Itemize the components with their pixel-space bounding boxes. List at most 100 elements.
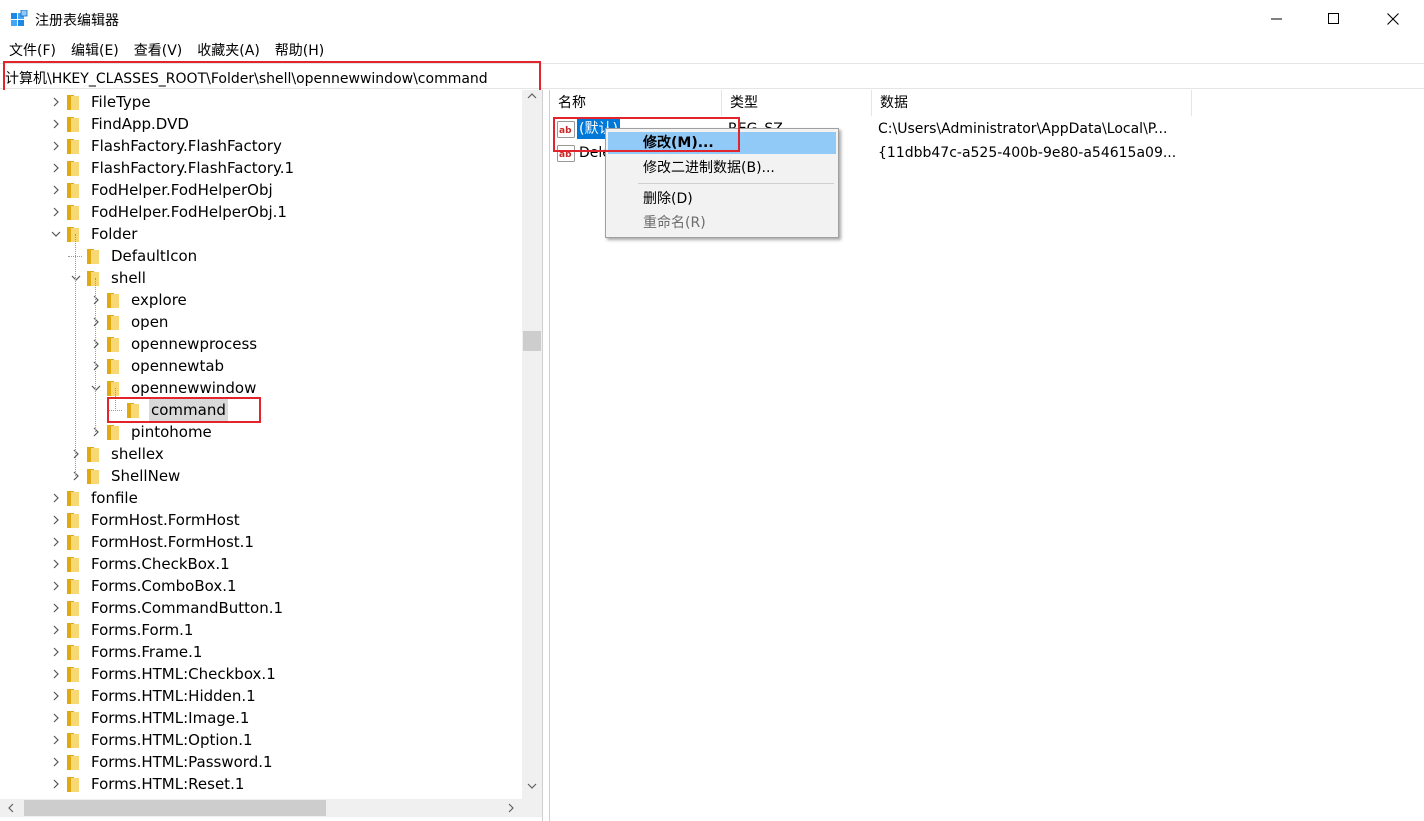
tree-item[interactable]: ShellNew (0, 465, 520, 487)
tree-item-label[interactable]: pintohome (129, 421, 214, 443)
tree-item[interactable]: FormHost.FormHost.1 (0, 531, 520, 553)
chevron-down-icon[interactable] (70, 272, 82, 284)
tree-item-label[interactable]: FodHelper.FodHelperObj.1 (89, 201, 289, 223)
chevron-right-icon[interactable] (70, 448, 82, 460)
chevron-right-icon[interactable] (50, 206, 62, 218)
chevron-right-icon[interactable] (50, 580, 62, 592)
tree-item-label[interactable]: Folder (89, 223, 139, 245)
tree-item-label[interactable]: opennewwindow (129, 377, 258, 399)
tree-item[interactable]: explore (0, 289, 520, 311)
tree-item-label[interactable]: Forms.HTML:Password.1 (89, 751, 275, 773)
chevron-right-icon[interactable] (50, 184, 62, 196)
tree-item-label[interactable]: Forms.Form.1 (89, 619, 195, 641)
chevron-right-icon[interactable] (50, 646, 62, 658)
menu-file[interactable]: 文件(F) (0, 40, 56, 62)
tree-item-label[interactable]: fonfile (89, 487, 140, 509)
context-menu-modify-binary[interactable]: 修改二进制数据(B)... (608, 157, 836, 179)
tree-item-label[interactable]: command (149, 399, 228, 421)
tree-item-label[interactable]: shell (109, 267, 148, 289)
tree-item[interactable]: FlashFactory.FlashFactory.1 (0, 157, 520, 179)
tree-vertical-scroll-thumb[interactable] (523, 331, 541, 351)
column-header-name[interactable]: 名称 (550, 90, 722, 116)
scroll-left-icon[interactable] (7, 803, 15, 813)
context-menu-delete[interactable]: 删除(D) (608, 188, 836, 210)
tree-item[interactable]: pintohome (0, 421, 520, 443)
chevron-right-icon[interactable] (50, 712, 62, 724)
tree-item[interactable]: opennewprocess (0, 333, 520, 355)
tree-item[interactable]: Forms.Frame.1 (0, 641, 520, 663)
tree-item-label[interactable]: Forms.HTML:Hidden.1 (89, 685, 258, 707)
tree-item[interactable]: open (0, 311, 520, 333)
tree-item[interactable]: shell (0, 267, 520, 289)
tree-item[interactable]: FlashFactory.FlashFactory (0, 135, 520, 157)
tree-item[interactable]: Forms.ComboBox.1 (0, 575, 520, 597)
address-bar[interactable]: 计算机\HKEY_CLASSES_ROOT\Folder\shell\openn… (0, 63, 1424, 89)
tree-item-label[interactable]: FlashFactory.FlashFactory.1 (89, 157, 296, 179)
tree-item-label[interactable]: Forms.Frame.1 (89, 641, 204, 663)
tree-item-label[interactable]: Forms.HTML:Option.1 (89, 729, 255, 751)
chevron-right-icon[interactable] (90, 338, 102, 350)
chevron-right-icon[interactable] (90, 360, 102, 372)
chevron-down-icon[interactable] (50, 228, 62, 240)
tree-item[interactable]: opennewwindow (0, 377, 520, 399)
tree-item-label[interactable]: opennewtab (129, 355, 226, 377)
tree-item[interactable]: Forms.HTML:Image.1 (0, 707, 520, 729)
address-path[interactable]: 计算机\HKEY_CLASSES_ROOT\Folder\shell\openn… (5, 68, 488, 88)
menu-favorites[interactable]: 收藏夹(A) (188, 40, 260, 62)
tree-item[interactable]: Forms.CommandButton.1 (0, 597, 520, 619)
tree-item[interactable]: FindApp.DVD (0, 113, 520, 135)
tree-item-label[interactable]: open (129, 311, 170, 333)
tree-item[interactable]: Forms.HTML:Reset.1 (0, 773, 520, 795)
minimize-button[interactable] (1248, 0, 1306, 38)
column-header-type[interactable]: 类型 (722, 90, 872, 116)
maximize-button[interactable] (1305, 0, 1363, 38)
tree-item[interactable]: Forms.CheckBox.1 (0, 553, 520, 575)
tree-item-label[interactable]: shellex (109, 443, 166, 465)
tree-item-label[interactable]: FormHost.FormHost (89, 509, 242, 531)
tree-item[interactable]: FodHelper.FodHelperObj.1 (0, 201, 520, 223)
tree-item-label[interactable]: Forms.HTML:Checkbox.1 (89, 663, 278, 685)
column-header-data[interactable]: 数据 (872, 90, 1192, 116)
tree-item[interactable]: FileType (0, 91, 520, 113)
menu-view[interactable]: 查看(V) (125, 40, 183, 62)
chevron-right-icon[interactable] (50, 118, 62, 130)
tree-item[interactable]: FodHelper.FodHelperObj (0, 179, 520, 201)
scroll-up-icon[interactable] (527, 92, 537, 100)
chevron-right-icon[interactable] (50, 492, 62, 504)
context-menu-modify[interactable]: 修改(M)... (608, 132, 836, 154)
tree-item-label[interactable]: Forms.HTML:Image.1 (89, 707, 251, 729)
chevron-right-icon[interactable] (50, 602, 62, 614)
chevron-right-icon[interactable] (50, 162, 62, 174)
title-bar[interactable]: 注册表编辑器 (0, 0, 1424, 38)
menu-edit[interactable]: 编辑(E) (62, 40, 119, 62)
tree-item[interactable]: Folder (0, 223, 520, 245)
chevron-right-icon[interactable] (70, 470, 82, 482)
tree-item[interactable]: Forms.HTML:Hidden.1 (0, 685, 520, 707)
tree-item-label[interactable]: Forms.ComboBox.1 (89, 575, 239, 597)
chevron-right-icon[interactable] (50, 668, 62, 680)
tree-item[interactable]: fonfile (0, 487, 520, 509)
chevron-right-icon[interactable] (50, 558, 62, 570)
tree-item-label[interactable]: explore (129, 289, 189, 311)
key-tree-pane[interactable]: FileType FindApp.DVD FlashFactory.FlashFac… (0, 90, 543, 821)
chevron-right-icon[interactable] (50, 536, 62, 548)
tree-item-label[interactable]: FlashFactory.FlashFactory (89, 135, 284, 157)
tree-item[interactable]: opennewtab (0, 355, 520, 377)
chevron-right-icon[interactable] (50, 96, 62, 108)
chevron-right-icon[interactable] (50, 756, 62, 768)
tree-item[interactable]: Forms.HTML:Checkbox.1 (0, 663, 520, 685)
tree-item[interactable]: shellex (0, 443, 520, 465)
tree-item[interactable]: command (0, 399, 520, 421)
tree-item-label[interactable]: opennewprocess (129, 333, 259, 355)
tree-item-label[interactable]: FindApp.DVD (89, 113, 191, 135)
chevron-right-icon[interactable] (90, 294, 102, 306)
tree-item-label[interactable]: Forms.CommandButton.1 (89, 597, 285, 619)
menu-help[interactable]: 帮助(H) (266, 40, 324, 62)
tree-item-label[interactable]: FormHost.FormHost.1 (89, 531, 256, 553)
tree-item-label[interactable]: FodHelper.FodHelperObj (89, 179, 275, 201)
chevron-right-icon[interactable] (50, 690, 62, 702)
chevron-right-icon[interactable] (50, 734, 62, 746)
scroll-right-icon[interactable] (507, 803, 515, 813)
chevron-right-icon[interactable] (50, 778, 62, 790)
chevron-right-icon[interactable] (50, 140, 62, 152)
